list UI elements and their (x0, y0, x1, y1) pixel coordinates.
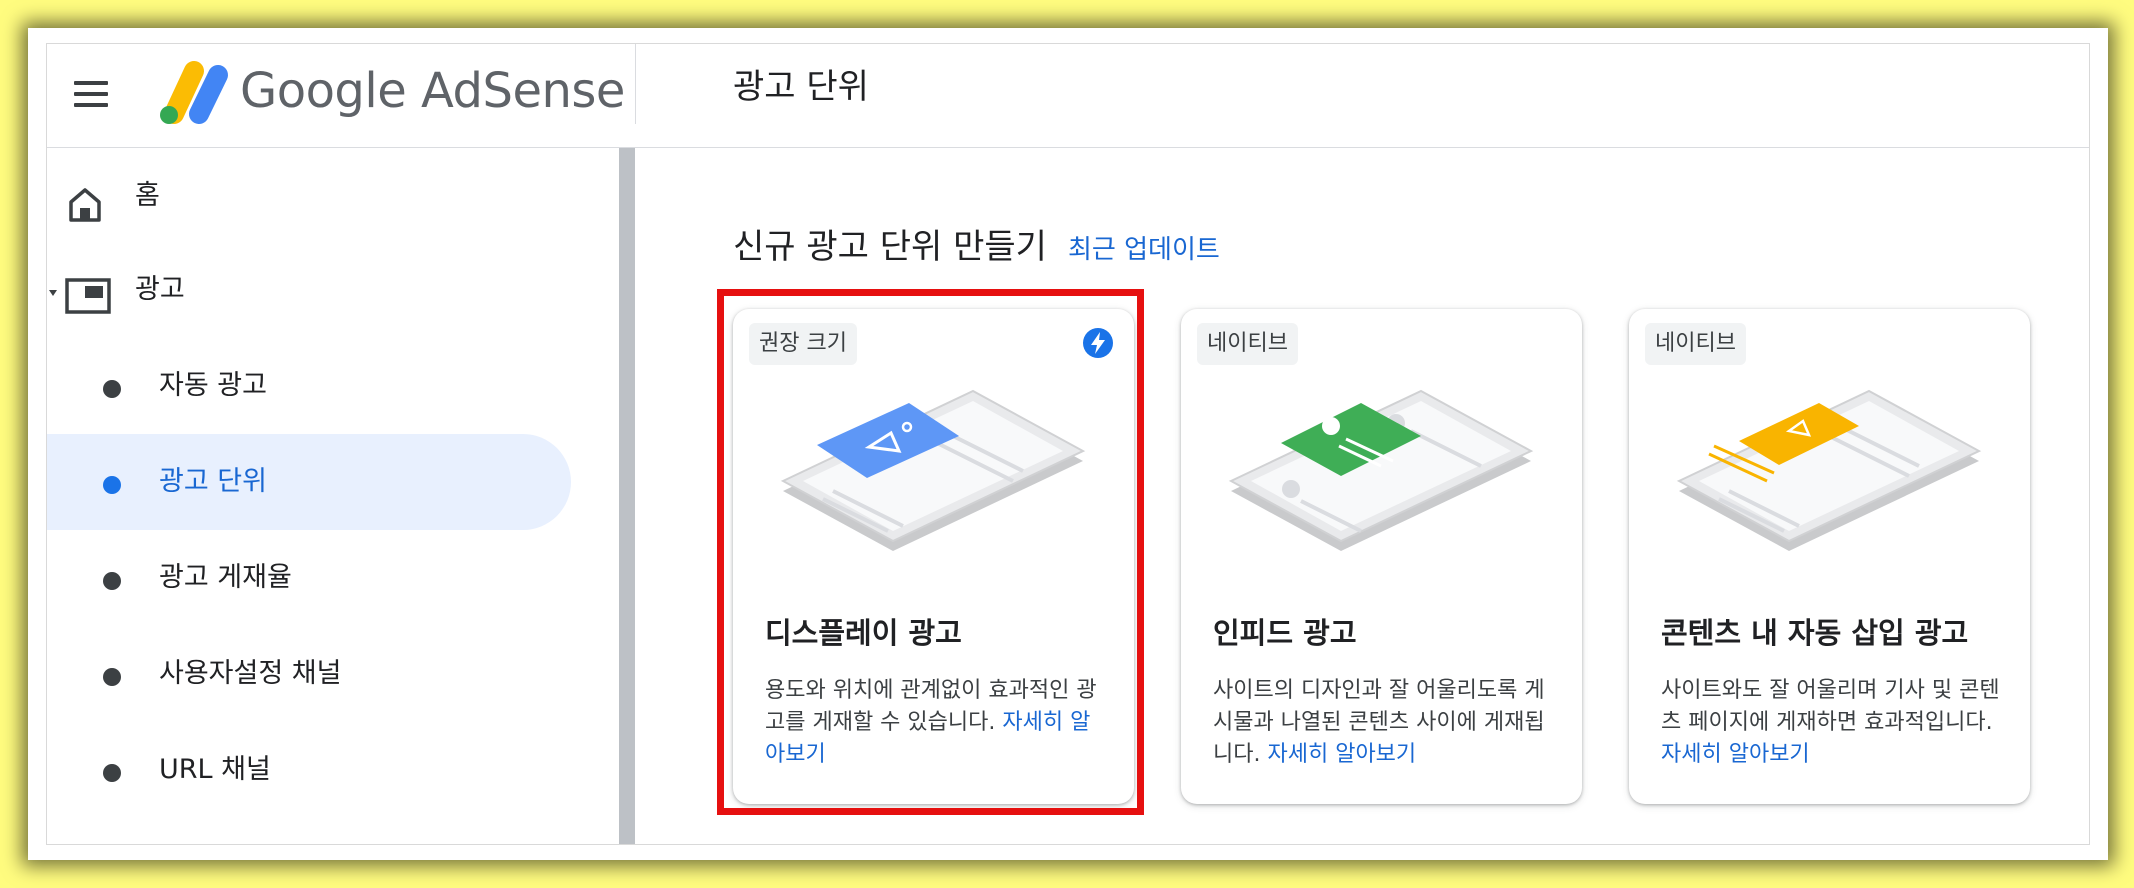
native-chip: 네이티브 (1645, 323, 1746, 365)
sidebar-item-label: 광고 단위 (159, 466, 267, 497)
sidebar-item-ad-units[interactable]: 광고 단위 (47, 434, 571, 530)
native-chip: 네이티브 (1197, 323, 1298, 365)
in-feed-ad-card[interactable]: 네이티브 인피드 광고 사이트의 디자인과 잘 어울리도록 게시물과 나열된 콘… (1181, 309, 1582, 804)
brand-name: Google AdSense (240, 63, 625, 119)
adsense-logo-icon (160, 61, 228, 124)
sidebar-nav: 홈 광고 자동 광고 광고 단위 광고 게재율 사용자설정 채널 URL 채널 (47, 148, 619, 844)
bullet-icon (103, 476, 121, 494)
in-article-ad-card[interactable]: 네이티브 콘텐츠 내 자동 삽입 광고 사이트와도 잘 어울리며 기사 및 콘텐… (1629, 309, 2030, 804)
card-description: 사이트의 디자인과 잘 어울리도록 게시물과 나열된 콘텐츠 사이에 게재됩니다… (1213, 675, 1558, 771)
sidebar-scrollbar[interactable] (619, 148, 635, 844)
page-title: 광고 단위 (733, 67, 869, 107)
card-description: 사이트와도 잘 어울리며 기사 및 콘텐츠 페이지에 게재하면 효과적입니다. … (1661, 675, 2006, 771)
top-app-bar: Google AdSense 광고 단위 (47, 44, 2089, 148)
sidebar-item-custom-channels[interactable]: 사용자설정 채널 (47, 626, 573, 722)
learn-more-link[interactable]: 자세히 알아보기 (1267, 742, 1416, 767)
sidebar-item-url-channels[interactable]: URL 채널 (47, 722, 573, 818)
sidebar-item-label: URL 채널 (159, 754, 271, 785)
recent-updates-link[interactable]: 최근 업데이트 (1068, 230, 1220, 270)
bullet-icon (103, 668, 121, 686)
card-description-text: 사이트와도 잘 어울리며 기사 및 콘텐츠 페이지에 게재하면 효과적입니다. (1661, 678, 2000, 735)
sidebar-item-auto-ads[interactable]: 자동 광고 (47, 338, 573, 434)
bullet-icon (103, 572, 121, 590)
card-title: 인피드 광고 (1213, 616, 1357, 650)
in-feed-ad-illustration (1228, 389, 1534, 551)
header-divider (635, 44, 636, 124)
in-article-ad-illustration (1676, 389, 1982, 551)
sidebar-item-label: 광고 게재율 (159, 562, 292, 593)
sidebar-item-coverage[interactable]: 광고 게재율 (47, 530, 573, 626)
sidebar-item-label: 광고 (135, 274, 185, 305)
card-title: 콘텐츠 내 자동 삽입 광고 (1661, 616, 1969, 650)
adsense-app: Google AdSense 광고 단위 홈 광고 자동 광고 광고 단위 광고… (46, 43, 2090, 845)
sidebar-item-label: 사용자설정 채널 (159, 658, 342, 689)
sidebar-item-ads[interactable]: 광고 (47, 242, 573, 338)
bullet-icon (103, 764, 121, 782)
learn-more-link[interactable]: 자세히 알아보기 (1661, 742, 1810, 767)
sidebar-item-home[interactable]: 홈 (47, 148, 573, 244)
bullet-icon (103, 380, 121, 398)
home-icon (69, 188, 101, 222)
hamburger-menu-icon[interactable] (71, 74, 111, 114)
highlight-annotation-box (717, 289, 1144, 815)
sidebar-item-label: 자동 광고 (159, 370, 267, 401)
expand-caret-icon[interactable] (49, 288, 59, 298)
sidebar-item-label: 홈 (135, 180, 160, 211)
ad-icon (65, 278, 111, 314)
section-title: 신규 광고 단위 만들기 (733, 227, 1047, 267)
